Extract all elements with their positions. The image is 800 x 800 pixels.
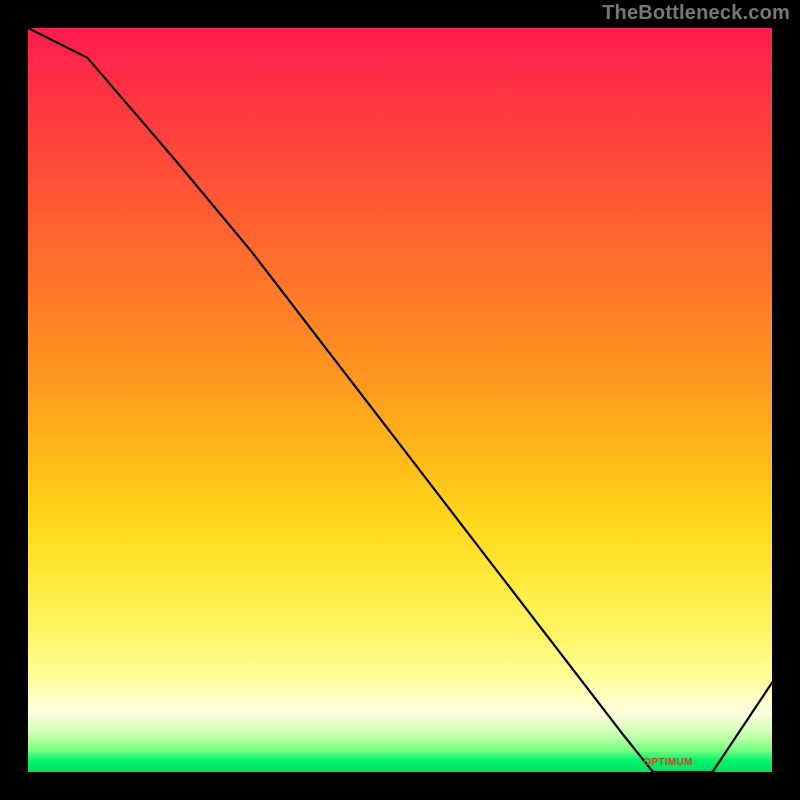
optimum-annotation: OPTIMUM [643,757,692,768]
chart-container: TheBottleneck.com OPTIMUM [0,0,800,800]
watermark-text: TheBottleneck.com [602,2,790,25]
plot-area: OPTIMUM [28,28,772,772]
gradient-background [28,28,772,772]
